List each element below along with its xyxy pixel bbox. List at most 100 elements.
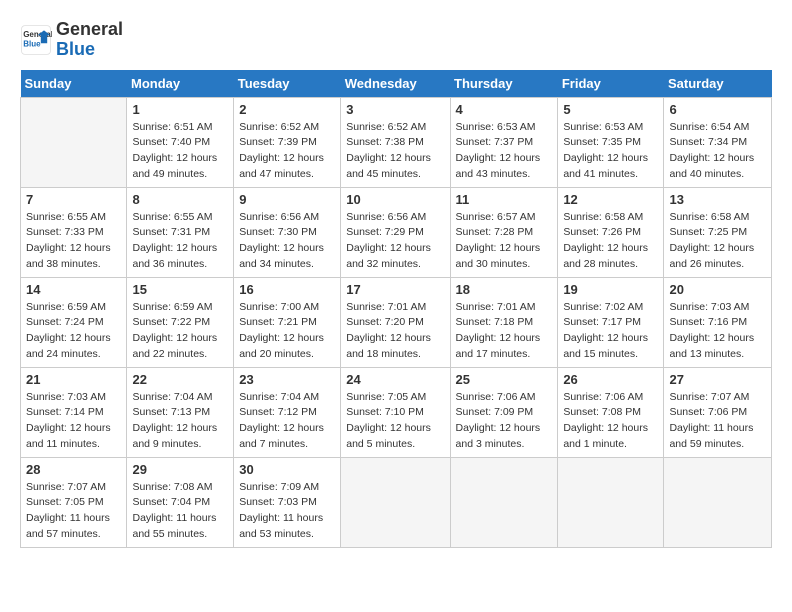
day-info: Sunrise: 6:58 AMSunset: 7:25 PMDaylight:…	[669, 210, 766, 273]
day-info: Sunrise: 6:55 AMSunset: 7:31 PMDaylight:…	[132, 210, 228, 273]
calendar-cell: 22Sunrise: 7:04 AMSunset: 7:13 PMDayligh…	[127, 367, 234, 457]
day-number: 8	[132, 192, 228, 207]
calendar-cell: 4 Sunrise: 6:53 AMSunset: 7:37 PMDaylight…	[450, 97, 558, 187]
calendar-header: SundayMondayTuesdayWednesdayThursdayFrid…	[21, 70, 772, 98]
day-info: Sunrise: 6:57 AMSunset: 7:28 PMDaylight:…	[456, 210, 553, 273]
weekday-friday: Friday	[558, 70, 664, 98]
calendar-cell: 16Sunrise: 7:00 AMSunset: 7:21 PMDayligh…	[234, 277, 341, 367]
day-info: Sunrise: 7:04 AMSunset: 7:12 PMDaylight:…	[239, 390, 335, 453]
week-row-1: 1Sunrise: 6:51 AMSunset: 7:40 PMDaylight…	[21, 97, 772, 187]
weekday-saturday: Saturday	[664, 70, 772, 98]
calendar-cell	[341, 457, 450, 547]
weekday-row: SundayMondayTuesdayWednesdayThursdayFrid…	[21, 70, 772, 98]
week-row-4: 21Sunrise: 7:03 AMSunset: 7:14 PMDayligh…	[21, 367, 772, 457]
calendar-cell: 8 Sunrise: 6:55 AMSunset: 7:31 PMDaylight…	[127, 187, 234, 277]
calendar-cell: 3Sunrise: 6:52 AMSunset: 7:38 PMDaylight…	[341, 97, 450, 187]
weekday-thursday: Thursday	[450, 70, 558, 98]
day-number: 7	[26, 192, 121, 207]
calendar-cell: 29 Sunrise: 7:08 AMSunset: 7:04 PMDayligh…	[127, 457, 234, 547]
day-info: Sunrise: 6:56 AMSunset: 7:30 PMDaylight:…	[239, 210, 335, 273]
day-number: 26	[563, 372, 658, 387]
day-number: 6	[669, 102, 766, 117]
calendar-cell	[664, 457, 772, 547]
logo-text: GeneralBlue	[56, 20, 123, 60]
day-info: Sunrise: 7:06 AMSunset: 7:08 PMDaylight:…	[563, 390, 658, 453]
day-number: 22	[132, 372, 228, 387]
calendar-cell: 24 Sunrise: 7:05 AMSunset: 7:10 PMDayligh…	[341, 367, 450, 457]
day-number: 1	[132, 102, 228, 117]
calendar-cell: 13 Sunrise: 6:58 AMSunset: 7:25 PMDayligh…	[664, 187, 772, 277]
day-info: Sunrise: 6:54 AMSunset: 7:34 PMDaylight:…	[669, 120, 766, 183]
day-number: 2	[239, 102, 335, 117]
day-info: Sunrise: 6:53 AMSunset: 7:37 PMDaylight:…	[456, 120, 553, 183]
day-info: Sunrise: 7:07 AMSunset: 7:06 PMDaylight:…	[669, 390, 766, 453]
week-row-5: 28 Sunrise: 7:07 AMSunset: 7:05 PMDayligh…	[21, 457, 772, 547]
day-number: 12	[563, 192, 658, 207]
day-info: Sunrise: 6:58 AMSunset: 7:26 PMDaylight:…	[563, 210, 658, 273]
logo: General Blue GeneralBlue	[20, 20, 123, 60]
day-info: Sunrise: 7:07 AMSunset: 7:05 PMDaylight:…	[26, 480, 121, 543]
day-number: 3	[346, 102, 444, 117]
day-number: 5	[563, 102, 658, 117]
day-number: 14	[26, 282, 121, 297]
calendar-cell	[21, 97, 127, 187]
day-info: Sunrise: 6:59 AMSunset: 7:22 PMDaylight:…	[132, 300, 228, 363]
day-info: Sunrise: 6:53 AMSunset: 7:35 PMDaylight:…	[563, 120, 658, 183]
calendar-cell	[558, 457, 664, 547]
day-number: 10	[346, 192, 444, 207]
day-info: Sunrise: 7:03 AMSunset: 7:16 PMDaylight:…	[669, 300, 766, 363]
day-number: 28	[26, 462, 121, 477]
calendar-cell: 10 Sunrise: 6:56 AMSunset: 7:29 PMDayligh…	[341, 187, 450, 277]
calendar-cell: 26 Sunrise: 7:06 AMSunset: 7:08 PMDayligh…	[558, 367, 664, 457]
day-info: Sunrise: 7:05 AMSunset: 7:10 PMDaylight:…	[346, 390, 444, 453]
day-number: 20	[669, 282, 766, 297]
day-info: Sunrise: 6:55 AMSunset: 7:33 PMDaylight:…	[26, 210, 121, 273]
weekday-sunday: Sunday	[21, 70, 127, 98]
calendar-cell: 21Sunrise: 7:03 AMSunset: 7:14 PMDayligh…	[21, 367, 127, 457]
week-row-3: 14 Sunrise: 6:59 AMSunset: 7:24 PMDayligh…	[21, 277, 772, 367]
calendar-cell: 15Sunrise: 6:59 AMSunset: 7:22 PMDayligh…	[127, 277, 234, 367]
calendar-cell: 18Sunrise: 7:01 AMSunset: 7:18 PMDayligh…	[450, 277, 558, 367]
day-info: Sunrise: 6:56 AMSunset: 7:29 PMDaylight:…	[346, 210, 444, 273]
day-info: Sunrise: 7:02 AMSunset: 7:17 PMDaylight:…	[563, 300, 658, 363]
day-info: Sunrise: 6:52 AMSunset: 7:39 PMDaylight:…	[239, 120, 335, 183]
day-info: Sunrise: 7:09 AMSunset: 7:03 PMDaylight:…	[239, 480, 335, 543]
day-number: 19	[563, 282, 658, 297]
day-number: 25	[456, 372, 553, 387]
calendar-cell: 25 Sunrise: 7:06 AMSunset: 7:09 PMDayligh…	[450, 367, 558, 457]
calendar-cell: 17 Sunrise: 7:01 AMSunset: 7:20 PMDayligh…	[341, 277, 450, 367]
calendar-cell: 9 Sunrise: 6:56 AMSunset: 7:30 PMDaylight…	[234, 187, 341, 277]
calendar-cell: 5 Sunrise: 6:53 AMSunset: 7:35 PMDaylight…	[558, 97, 664, 187]
day-info: Sunrise: 7:08 AMSunset: 7:04 PMDaylight:…	[132, 480, 228, 543]
calendar-cell: 6 Sunrise: 6:54 AMSunset: 7:34 PMDaylight…	[664, 97, 772, 187]
logo-icon: General Blue	[20, 24, 52, 56]
calendar-cell: 7 Sunrise: 6:55 AMSunset: 7:33 PMDaylight…	[21, 187, 127, 277]
weekday-monday: Monday	[127, 70, 234, 98]
day-number: 27	[669, 372, 766, 387]
day-number: 13	[669, 192, 766, 207]
calendar-cell: 20 Sunrise: 7:03 AMSunset: 7:16 PMDayligh…	[664, 277, 772, 367]
calendar-cell: 14 Sunrise: 6:59 AMSunset: 7:24 PMDayligh…	[21, 277, 127, 367]
day-info: Sunrise: 7:06 AMSunset: 7:09 PMDaylight:…	[456, 390, 553, 453]
calendar-cell: 27 Sunrise: 7:07 AMSunset: 7:06 PMDayligh…	[664, 367, 772, 457]
day-number: 30	[239, 462, 335, 477]
week-row-2: 7 Sunrise: 6:55 AMSunset: 7:33 PMDaylight…	[21, 187, 772, 277]
day-number: 4	[456, 102, 553, 117]
calendar-table: SundayMondayTuesdayWednesdayThursdayFrid…	[20, 70, 772, 548]
day-info: Sunrise: 6:59 AMSunset: 7:24 PMDaylight:…	[26, 300, 121, 363]
day-number: 18	[456, 282, 553, 297]
calendar-cell: 11Sunrise: 6:57 AMSunset: 7:28 PMDayligh…	[450, 187, 558, 277]
calendar-cell: 12 Sunrise: 6:58 AMSunset: 7:26 PMDayligh…	[558, 187, 664, 277]
day-number: 9	[239, 192, 335, 207]
day-info: Sunrise: 7:00 AMSunset: 7:21 PMDaylight:…	[239, 300, 335, 363]
calendar-body: 1Sunrise: 6:51 AMSunset: 7:40 PMDaylight…	[21, 97, 772, 547]
day-number: 21	[26, 372, 121, 387]
calendar-cell: 23Sunrise: 7:04 AMSunset: 7:12 PMDayligh…	[234, 367, 341, 457]
day-number: 29	[132, 462, 228, 477]
day-number: 17	[346, 282, 444, 297]
calendar-cell: 28 Sunrise: 7:07 AMSunset: 7:05 PMDayligh…	[21, 457, 127, 547]
calendar-cell	[450, 457, 558, 547]
day-info: Sunrise: 7:01 AMSunset: 7:20 PMDaylight:…	[346, 300, 444, 363]
page-header: General Blue GeneralBlue	[20, 20, 772, 60]
day-number: 24	[346, 372, 444, 387]
